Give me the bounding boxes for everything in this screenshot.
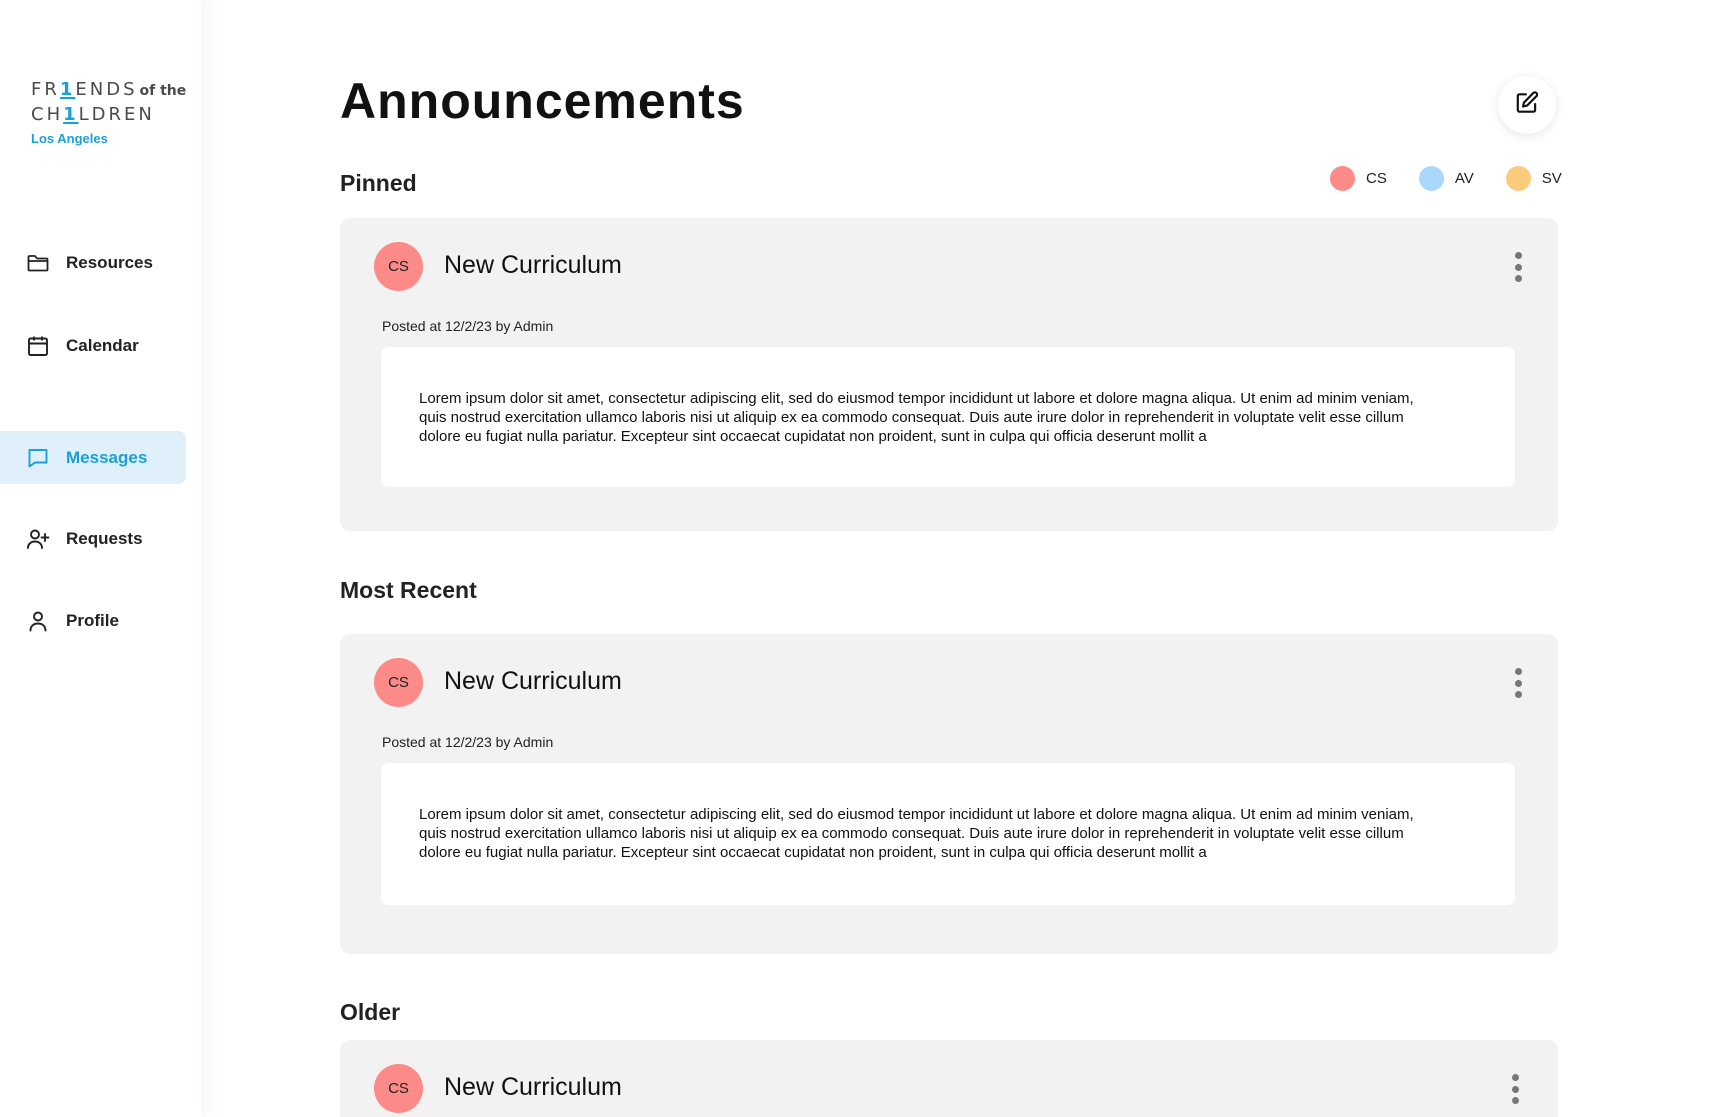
sidebar-item-resources[interactable]: Resources <box>0 237 186 289</box>
announcement-body: Lorem ipsum dolor sit amet, consectetur … <box>381 763 1515 905</box>
category-badge: CS <box>374 242 423 291</box>
more-options-icon[interactable] <box>1512 252 1524 282</box>
announcement-card[interactable]: CS New Curriculum <box>340 1040 1558 1117</box>
announcement-title: New Curriculum <box>444 1073 622 1101</box>
legend-label: SV <box>1541 170 1562 187</box>
sidebar-item-label: Requests <box>66 529 143 548</box>
logo-line-1: FR1ENDS of the <box>31 79 187 100</box>
category-badge: CS <box>374 1064 423 1113</box>
section-title-most-recent: Most Recent <box>340 577 477 603</box>
legend-label: CS <box>1366 170 1387 187</box>
page-title: Announcements <box>340 73 745 129</box>
category-legend: CS AV SV <box>1330 166 1562 191</box>
more-options-icon[interactable] <box>1512 668 1524 698</box>
legend-item-cs: CS <box>1330 166 1387 191</box>
sidebar-item-label: Calendar <box>66 336 139 355</box>
user-icon <box>26 609 50 633</box>
sidebar-item-profile[interactable]: Profile <box>0 595 186 647</box>
sidebar-item-label: Profile <box>66 611 119 630</box>
announcement-title: New Curriculum <box>444 667 622 695</box>
announcement-card[interactable]: CS New Curriculum Posted at 12/2/23 by A… <box>340 218 1558 531</box>
section-title-pinned: Pinned <box>340 170 417 196</box>
sidebar-item-messages[interactable]: Messages <box>0 431 186 484</box>
sidebar: FR1ENDS of the CH1LDREN Los Angeles Resou… <box>0 0 201 1117</box>
calendar-icon <box>26 334 50 358</box>
legend-label: AV <box>1454 170 1474 187</box>
legend-dot <box>1505 166 1531 191</box>
sidebar-item-calendar[interactable]: Calendar <box>0 320 186 372</box>
legend-item-sv: SV <box>1505 166 1562 191</box>
message-icon <box>26 446 50 470</box>
section-title-older: Older <box>340 999 401 1025</box>
compose-announcement-button[interactable] <box>1498 76 1556 134</box>
sidebar-item-label: Messages <box>66 447 148 467</box>
sidebar-item-label: Resources <box>66 253 153 272</box>
legend-dot <box>1418 166 1444 191</box>
announcement-title: New Curriculum <box>444 251 622 279</box>
more-options-icon[interactable] <box>1509 1074 1521 1104</box>
legend-item-av: AV <box>1418 166 1474 191</box>
user-plus-icon <box>26 527 50 551</box>
edit-icon <box>1514 90 1540 121</box>
logo-line-2: CH1LDREN <box>31 104 155 125</box>
post-meta: Posted at 12/2/23 by Admin <box>382 734 554 750</box>
category-badge: CS <box>374 658 423 707</box>
legend-dot <box>1330 166 1355 191</box>
logo-city: Los Angeles <box>31 131 108 146</box>
sidebar-item-requests[interactable]: Requests <box>0 513 186 565</box>
post-meta: Posted at 12/2/23 by Admin <box>382 318 554 334</box>
friends-of-the-children-logo[interactable]: FR1ENDS of the CH1LDREN Los Angeles <box>31 78 191 153</box>
announcement-card[interactable]: CS New Curriculum Posted at 12/2/23 by A… <box>340 634 1558 954</box>
announcement-body: Lorem ipsum dolor sit amet, consectetur … <box>381 347 1515 487</box>
folder-icon <box>26 251 50 275</box>
